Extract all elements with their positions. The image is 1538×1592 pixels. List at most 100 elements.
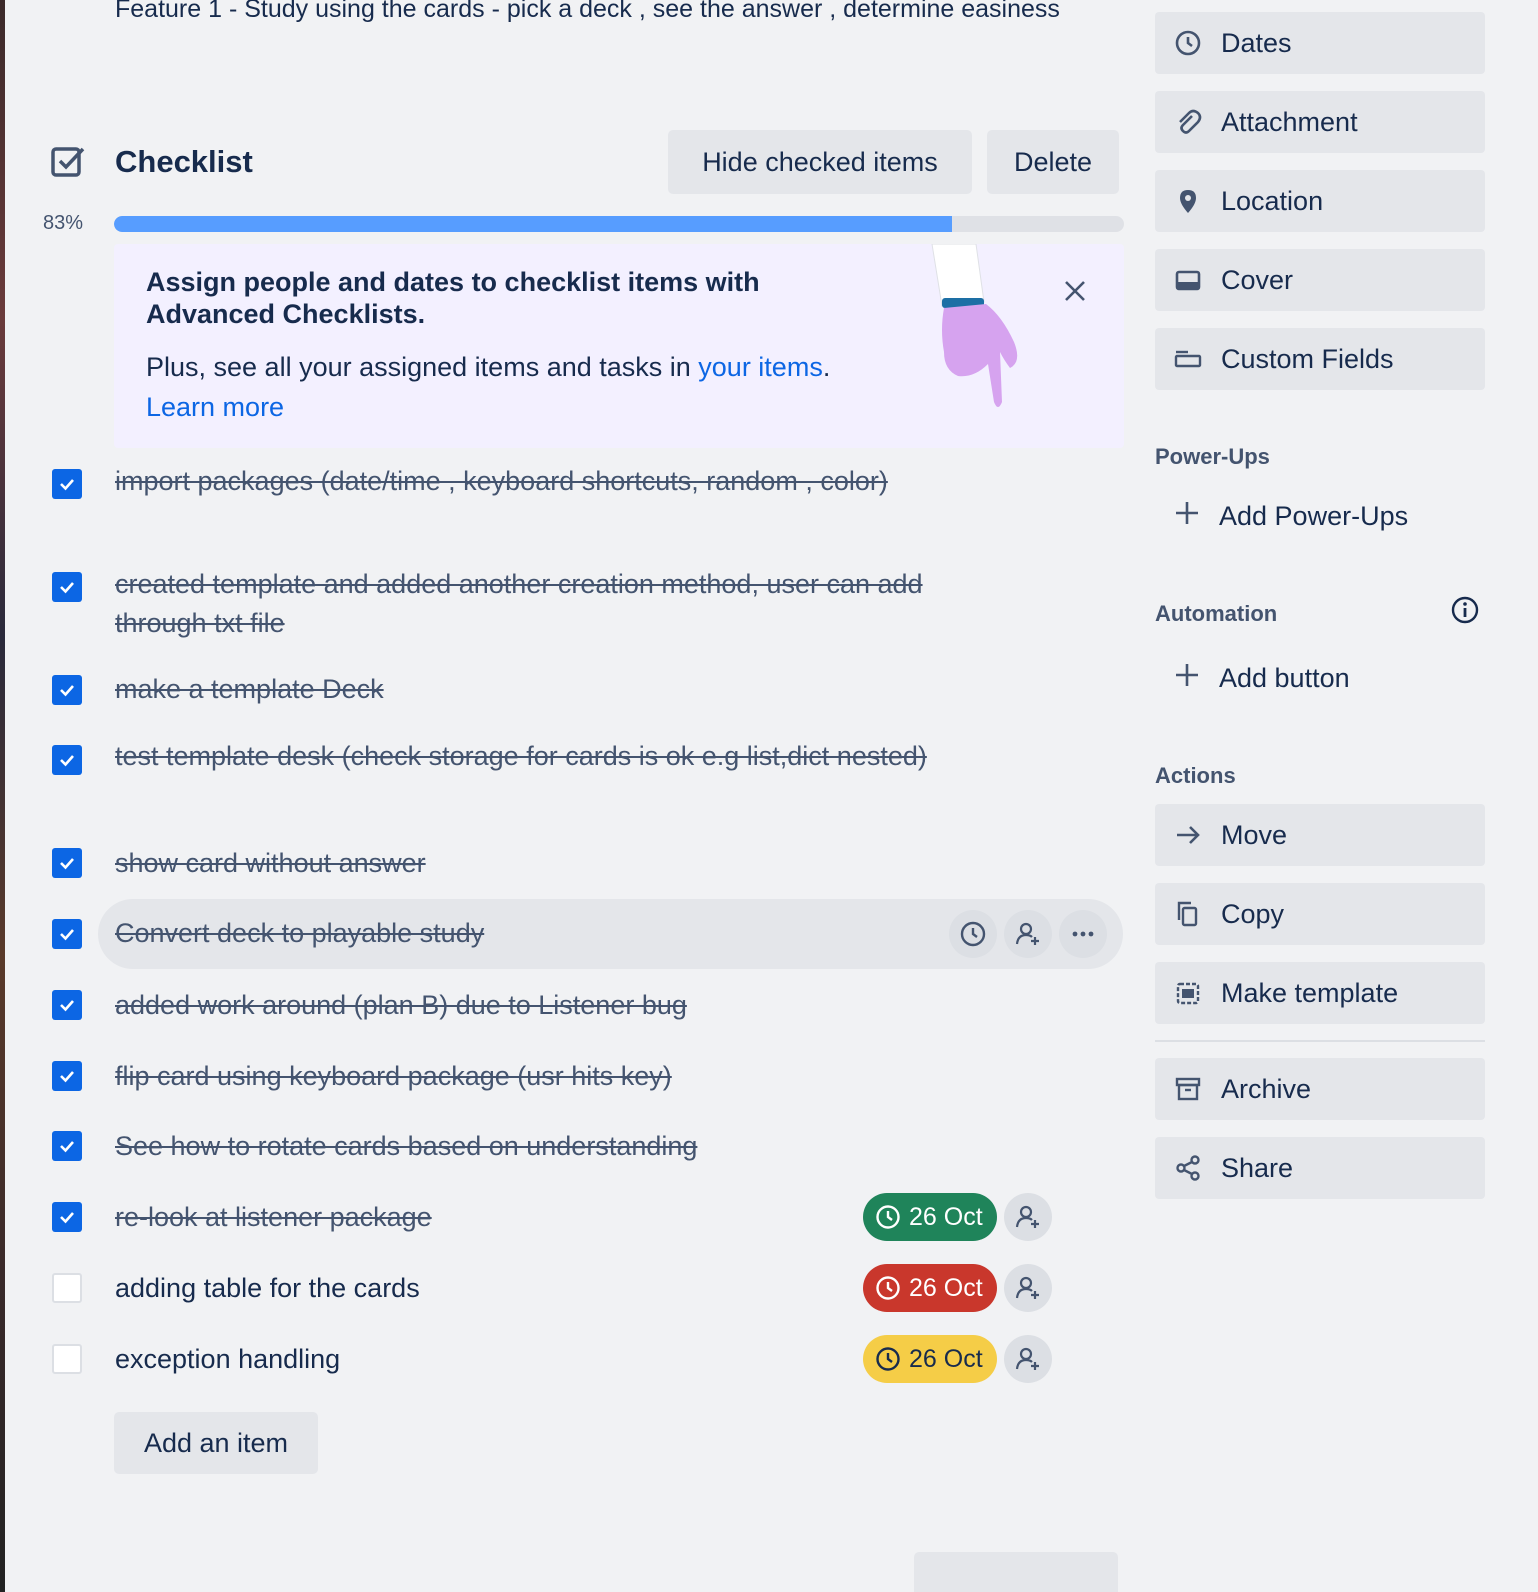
share-button[interactable]: Share <box>1155 1137 1485 1199</box>
item-more-button[interactable] <box>1059 910 1107 958</box>
checkmark-icon <box>60 1000 74 1012</box>
assign-member-button[interactable] <box>1004 1193 1052 1241</box>
item-text[interactable]: show card without answer <box>115 844 915 883</box>
item-checkbox[interactable] <box>52 1202 82 1232</box>
share-icon <box>1176 1155 1200 1181</box>
dates-button[interactable]: Dates <box>1155 12 1485 74</box>
attachment-button[interactable]: Attachment <box>1155 91 1485 153</box>
item-checkbox[interactable] <box>52 1344 82 1374</box>
item-text[interactable]: See how to rotate cards based on underst… <box>115 1127 915 1166</box>
card-main: Feature 1 - Study using the cards - pick… <box>40 0 1140 1592</box>
progress-percent: 83% <box>43 212 84 234</box>
checkmark-icon <box>60 929 74 941</box>
hide-checked-items-button[interactable]: Hide checked items <box>668 130 972 194</box>
add-member-icon <box>1015 1347 1039 1370</box>
custom-fields-button[interactable]: Custom Fields <box>1155 328 1485 390</box>
more-icon <box>1072 931 1094 937</box>
due-date-text: 26 Oct <box>909 1273 983 1302</box>
copy-button[interactable]: Copy <box>1155 883 1485 945</box>
item-checkbox[interactable] <box>52 675 82 705</box>
promo-body-text: Plus, see all your assigned items and ta… <box>146 352 699 382</box>
item-text[interactable]: added work around (plan B) due to Listen… <box>115 986 915 1025</box>
location-pin-icon <box>1180 190 1196 213</box>
due-date-text: 26 Oct <box>909 1202 983 1231</box>
template-icon <box>1176 982 1200 1005</box>
item-checkbox[interactable] <box>52 469 82 499</box>
location-button[interactable]: Location <box>1155 170 1485 232</box>
location-label: Location <box>1221 185 1324 216</box>
arrow-right-icon <box>1177 826 1200 844</box>
learn-more-link[interactable]: Learn more <box>146 392 284 422</box>
item-text[interactable]: test template desk (check storage for ca… <box>115 737 935 776</box>
checkmark-icon <box>60 1212 74 1224</box>
checkmark-icon <box>60 858 74 870</box>
item-checkbox[interactable] <box>52 572 82 602</box>
checkmark-icon <box>60 479 74 491</box>
checkmark-icon <box>60 755 74 767</box>
cover-button[interactable]: Cover <box>1155 249 1485 311</box>
automation-info-button[interactable] <box>1445 590 1485 630</box>
info-icon <box>1451 596 1479 624</box>
item-checkbox[interactable] <box>52 745 82 775</box>
powerups-heading: Power-Ups <box>1155 444 1270 469</box>
make-template-button[interactable]: Make template <box>1155 962 1485 1024</box>
paperclip-icon <box>1179 109 1202 134</box>
delete-checklist-button[interactable]: Delete <box>987 130 1119 194</box>
clock-icon <box>876 1347 900 1371</box>
due-date-badge[interactable]: 26 Oct <box>863 1335 997 1383</box>
assign-member-button[interactable] <box>1004 1335 1052 1383</box>
add-member-icon <box>1015 922 1039 945</box>
checkmark-icon <box>60 582 74 594</box>
add-automation-button[interactable]: Add button <box>1155 647 1485 709</box>
item-checkbox[interactable] <box>52 919 82 949</box>
item-text[interactable]: flip card using keyboard package (usr hi… <box>115 1057 915 1096</box>
add-member-icon <box>1015 1205 1039 1228</box>
checkmark-icon <box>60 1141 74 1153</box>
add-powerups-button[interactable]: Add Power-Ups <box>1155 485 1485 547</box>
archive-label: Archive <box>1221 1073 1312 1104</box>
close-icon[interactable] <box>1060 276 1090 306</box>
move-label: Move <box>1221 819 1288 850</box>
archive-button[interactable]: Archive <box>1155 1058 1485 1120</box>
progress-bar-fill <box>114 216 953 232</box>
item-text[interactable]: import packages (date/time , keyboard sh… <box>115 462 915 501</box>
advanced-checklists-promo: Assign people and dates to checklist ite… <box>114 244 1124 448</box>
move-button[interactable]: Move <box>1155 804 1485 866</box>
add-item-button[interactable]: Add an item <box>114 1412 318 1474</box>
item-text[interactable]: re-look at listener package <box>115 1198 815 1237</box>
item-checkbox[interactable] <box>52 990 82 1020</box>
item-checkbox[interactable] <box>52 1131 82 1161</box>
item-text[interactable]: exception handling <box>115 1340 815 1379</box>
partial-button[interactable] <box>914 1552 1118 1592</box>
checkmark-icon <box>60 685 74 697</box>
actions-heading: Actions <box>1155 763 1236 788</box>
item-checkbox[interactable] <box>52 848 82 878</box>
your-items-link[interactable]: your items <box>698 352 823 382</box>
clock-icon <box>1175 30 1201 56</box>
add-powerups-label: Add Power-Ups <box>1219 500 1409 531</box>
automation-heading: Automation <box>1155 601 1278 626</box>
item-checkbox[interactable] <box>52 1273 82 1303</box>
assign-member-button[interactable] <box>1004 910 1052 958</box>
card-description[interactable]: Feature 1 - Study using the cards - pick… <box>115 0 1125 29</box>
clock-icon <box>960 921 986 947</box>
copy-icon <box>1177 901 1198 927</box>
checkmark-icon <box>60 1071 74 1083</box>
share-label: Share <box>1221 1152 1294 1183</box>
clock-icon <box>876 1205 900 1229</box>
assign-member-button[interactable] <box>1004 1264 1052 1312</box>
promo-title: Assign people and dates to checklist ite… <box>146 267 760 329</box>
archive-icon <box>1175 1077 1201 1101</box>
cover-label: Cover <box>1221 264 1294 295</box>
checklist-title[interactable]: Checklist <box>115 142 253 182</box>
attachment-label: Attachment <box>1221 106 1358 137</box>
set-due-date-button[interactable] <box>949 910 997 958</box>
item-checkbox[interactable] <box>52 1061 82 1091</box>
item-text[interactable]: make a template Deck <box>115 670 915 709</box>
item-text[interactable]: Convert deck to playable study <box>115 914 915 953</box>
item-text[interactable]: created template and added another creat… <box>115 565 965 643</box>
due-date-badge[interactable]: 26 Oct <box>863 1264 997 1312</box>
checklist-header: Checklist Hide checked items Delete <box>40 130 1140 194</box>
item-text[interactable]: adding table for the cards <box>115 1269 815 1308</box>
due-date-badge[interactable]: 26 Oct <box>863 1193 997 1241</box>
